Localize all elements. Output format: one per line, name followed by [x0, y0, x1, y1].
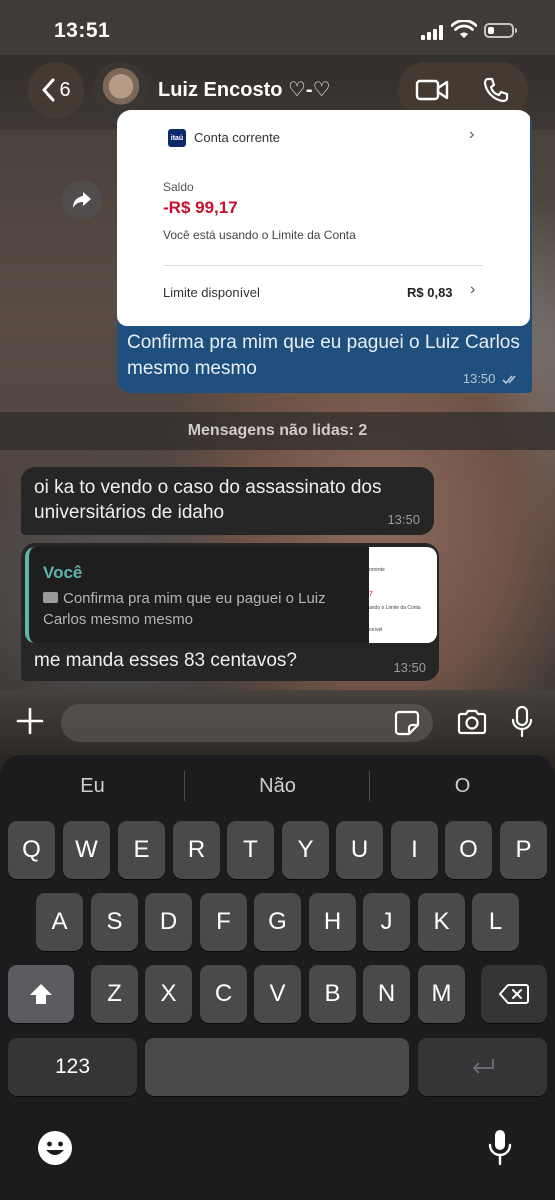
key-b[interactable]: B	[309, 965, 356, 1023]
limit-value: R$ 0,83	[407, 285, 453, 300]
quoted-text: Confirma pra mim que eu paguei o Luiz Ca…	[43, 590, 326, 628]
key-f[interactable]: F	[200, 893, 247, 951]
message-time-text: 13:50	[462, 371, 496, 386]
incoming-reply-message[interactable]: Você Confirma pra mim que eu paguei o Lu…	[21, 543, 439, 681]
keyboard: Eu Não O Q W E R T Y U I O P A S D F G H…	[0, 755, 555, 1200]
key-o[interactable]: O	[445, 821, 492, 879]
status-time: 13:51	[54, 19, 111, 42]
thumb-line: 7	[369, 591, 373, 598]
video-call-button[interactable]	[412, 72, 452, 108]
read-receipt-icon	[502, 375, 516, 385]
suggestion-bar: Eu Não O	[0, 755, 555, 815]
forward-button[interactable]	[62, 180, 102, 220]
numbers-key[interactable]: 123	[8, 1038, 137, 1096]
suggestion-3[interactable]: O	[370, 775, 555, 798]
balance-value: -R$ 99,17	[163, 198, 238, 217]
return-icon	[472, 1059, 494, 1074]
incoming-message[interactable]: oi ka to vendo o caso do assassinato dos…	[21, 467, 434, 535]
chevron-right-icon: ›	[470, 281, 476, 298]
message-time: 13:50	[387, 512, 420, 527]
key-u[interactable]: U	[336, 821, 383, 879]
wifi-icon	[451, 20, 477, 38]
key-h[interactable]: H	[309, 893, 356, 951]
return-key[interactable]	[418, 1038, 547, 1096]
key-w[interactable]: W	[63, 821, 110, 879]
key-k[interactable]: K	[418, 893, 465, 951]
message-time: 13:50	[463, 371, 520, 386]
outgoing-image-message[interactable]: itaú Conta corrente › Saldo -R$ 99,17 Vo…	[117, 110, 532, 393]
message-text: me manda esses 83 centavos?	[34, 650, 297, 671]
bank-screenshot-image[interactable]: itaú Conta corrente › Saldo -R$ 99,17 Vo…	[117, 110, 530, 326]
key-c[interactable]: C	[200, 965, 247, 1023]
key-l[interactable]: L	[472, 893, 519, 951]
divider	[163, 265, 483, 266]
account-label: Conta corrente	[194, 130, 280, 145]
message-input[interactable]	[61, 704, 433, 742]
key-g[interactable]: G	[254, 893, 301, 951]
message-composer	[0, 690, 555, 755]
quoted-message[interactable]: Você Confirma pra mim que eu paguei o Lu…	[25, 547, 437, 643]
key-p[interactable]: P	[500, 821, 547, 879]
avatar[interactable]	[94, 62, 148, 116]
shift-key[interactable]	[8, 965, 74, 1023]
quoted-image-thumbnail: orrente 7 ando o Limite da Conta onível	[369, 547, 437, 643]
space-key[interactable]	[145, 1038, 409, 1096]
unread-count: 6	[59, 78, 71, 101]
video-call-icon	[415, 79, 449, 101]
balance-label: Saldo	[163, 180, 194, 194]
cellular-signal-icon	[421, 24, 445, 40]
key-e[interactable]: E	[118, 821, 165, 879]
microphone-icon[interactable]	[510, 705, 534, 739]
key-q[interactable]: Q	[8, 821, 55, 879]
key-j[interactable]: J	[363, 893, 410, 951]
key-a[interactable]: A	[36, 893, 83, 951]
key-r[interactable]: R	[173, 821, 220, 879]
contact-name[interactable]: Luiz Encosto ♡-♡	[158, 77, 331, 102]
shift-icon	[30, 984, 52, 1004]
phone-icon	[483, 77, 509, 103]
message-time: 13:50	[393, 660, 426, 675]
thumb-line: onível	[369, 627, 383, 633]
unread-messages-banner: Mensagens não lidas: 2	[0, 412, 555, 450]
back-button[interactable]: 6	[28, 62, 84, 118]
quoted-author: Você	[43, 563, 83, 582]
key-m[interactable]: M	[418, 965, 465, 1023]
plus-icon[interactable]	[15, 706, 45, 736]
key-s[interactable]: S	[91, 893, 138, 951]
backspace-key[interactable]	[481, 965, 547, 1023]
voice-call-button[interactable]	[476, 72, 516, 108]
thumb-line: ando o Limite da Conta	[369, 605, 421, 611]
key-i[interactable]: I	[391, 821, 438, 879]
status-bar: 13:51	[0, 0, 555, 60]
key-z[interactable]: Z	[91, 965, 138, 1023]
key-v[interactable]: V	[254, 965, 301, 1023]
balance-note: Você está usando o Limite da Conta	[163, 228, 356, 242]
key-y[interactable]: Y	[282, 821, 329, 879]
suggestion-2[interactable]: Não	[185, 775, 370, 798]
emoji-icon[interactable]	[37, 1130, 73, 1166]
chevron-right-icon: ›	[469, 126, 475, 143]
key-x[interactable]: X	[145, 965, 192, 1023]
key-n[interactable]: N	[363, 965, 410, 1023]
sticker-icon[interactable]	[394, 710, 420, 736]
battery-icon	[484, 23, 517, 38]
backspace-icon	[499, 984, 529, 1004]
dictation-icon[interactable]	[487, 1128, 513, 1168]
message-text: oi ka to vendo o caso do assassinato dos…	[34, 477, 382, 523]
forward-icon	[73, 192, 91, 208]
thumb-line: orrente	[369, 567, 385, 573]
key-d[interactable]: D	[145, 893, 192, 951]
camera-icon[interactable]	[456, 708, 488, 736]
itau-logo: itaú	[168, 129, 186, 147]
limit-label: Limite disponível	[163, 285, 260, 300]
key-t[interactable]: T	[227, 821, 274, 879]
back-chevron-icon	[42, 78, 55, 102]
suggestion-1[interactable]: Eu	[0, 775, 185, 798]
